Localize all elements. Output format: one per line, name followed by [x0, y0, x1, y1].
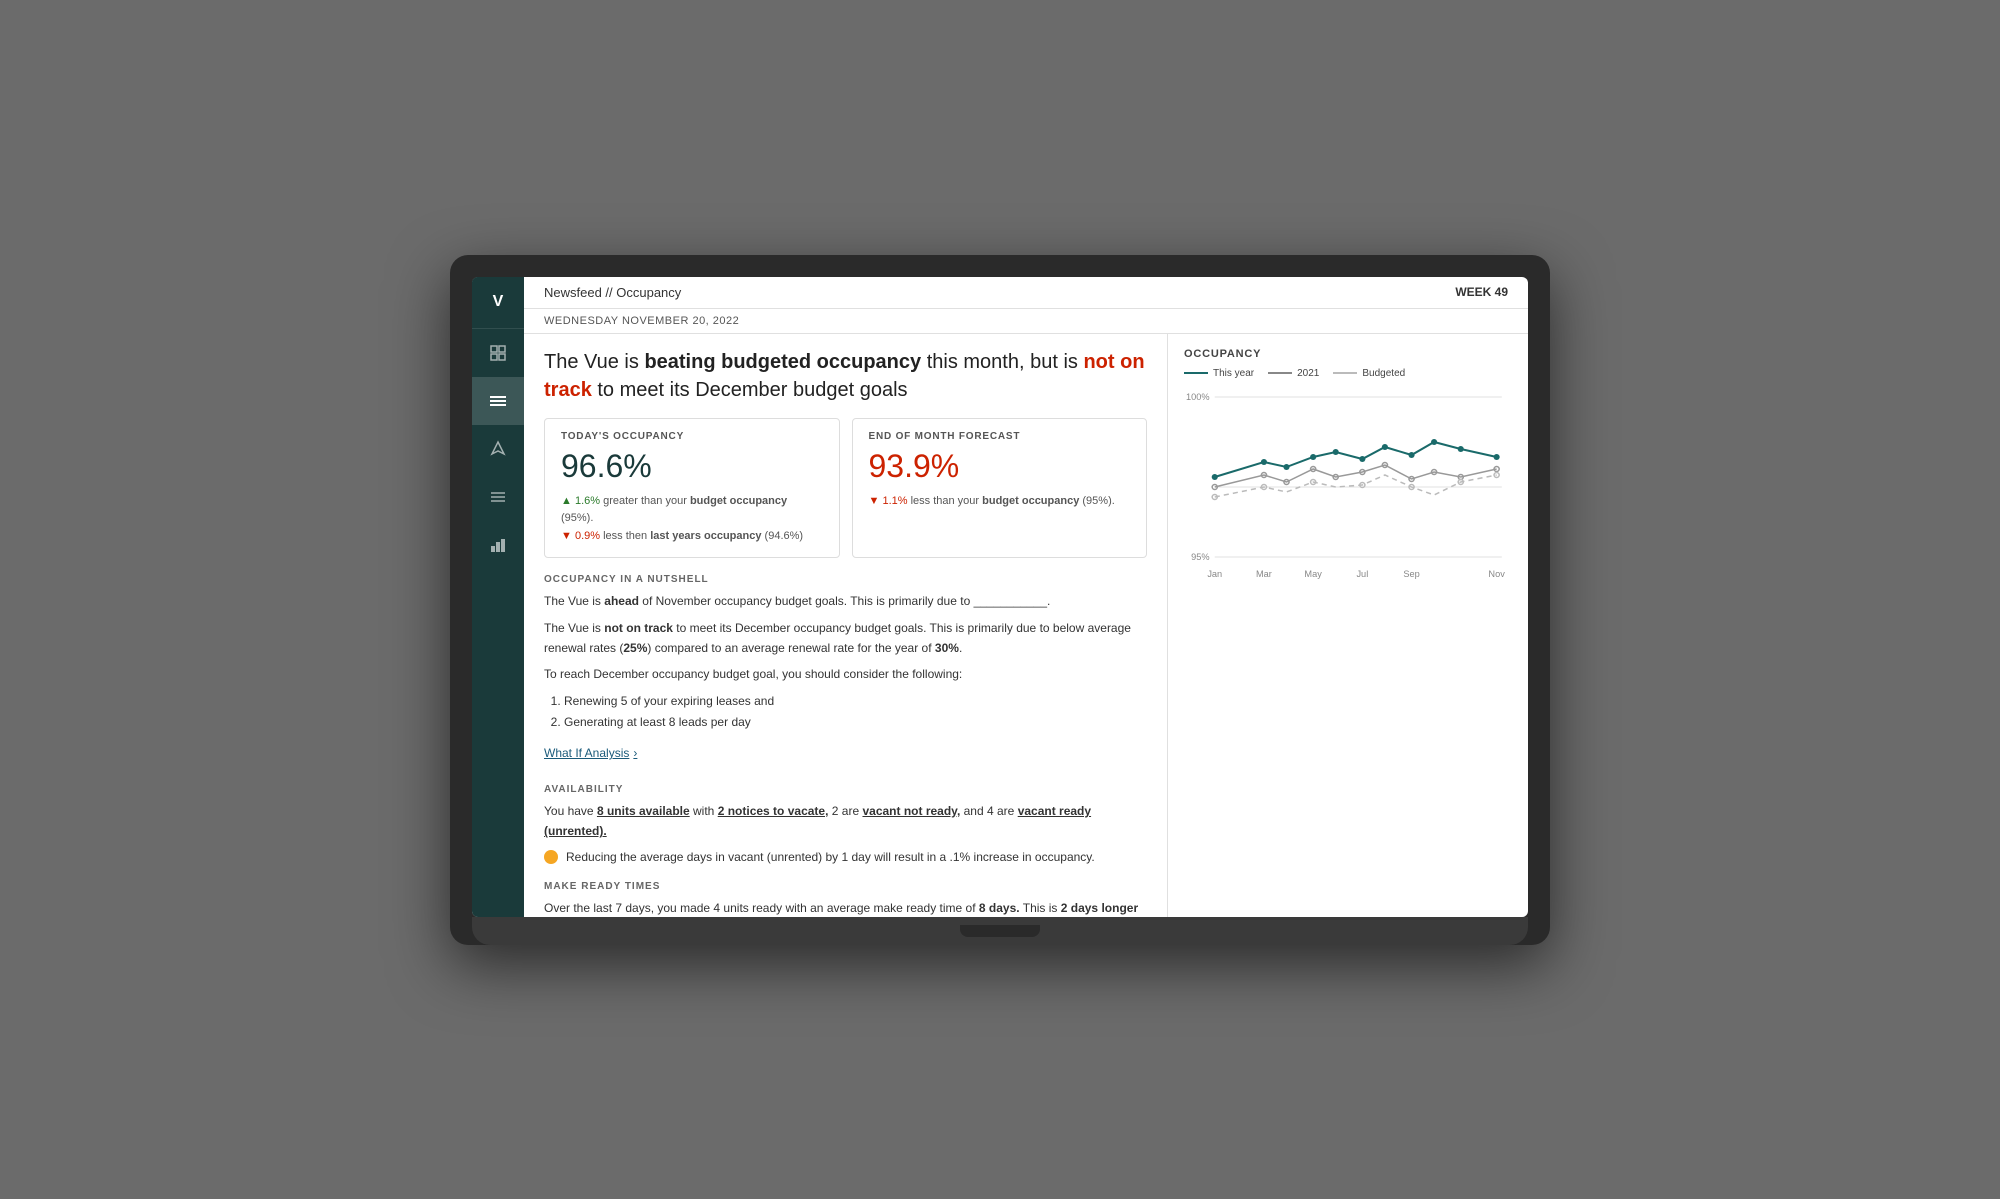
legend-2021: 2021 [1268, 368, 1319, 379]
kpi-today-value: 96.6% [561, 448, 823, 485]
nutshell-section-label: OCCUPANCY IN A NUTSHELL [544, 574, 1147, 585]
legend-budgeted: Budgeted [1333, 368, 1405, 379]
availability-section-label: AVAILABILITY [544, 784, 1147, 795]
kpi-today-card: TODAY'S OCCUPANCY 96.6% ▲ 1.6% greater t… [544, 418, 840, 559]
nutshell-para3: To reach December occupancy budget goal,… [544, 664, 1147, 684]
legend-budgeted-line [1333, 372, 1357, 374]
headline: The Vue is beating budgeted occupancy th… [544, 348, 1147, 404]
svg-text:Jan: Jan [1207, 569, 1222, 579]
bullet-2: Generating at least 8 leads per day [564, 712, 1147, 734]
content-area: The Vue is beating budgeted occupancy th… [524, 334, 1528, 917]
arrow-icon: › [633, 746, 637, 760]
availability-alert-text: Reducing the average days in vacant (unr… [566, 848, 1095, 867]
main-content: Newsfeed // Occupancy WEEK 49 WEDNESDAY … [524, 277, 1528, 917]
make-ready-para: Over the last 7 days, you made 4 units r… [544, 898, 1147, 917]
sidebar-item-navigation[interactable] [472, 425, 524, 473]
svg-text:95%: 95% [1191, 552, 1209, 562]
chart-svg: 100% 95% Jan Mar May Jul Sep Nov [1184, 387, 1512, 587]
what-if-analysis-link[interactable]: What If Analysis › [544, 746, 637, 760]
bullet-1: Renewing 5 of your expiring leases and [564, 691, 1147, 713]
chart-title: OCCUPANCY [1184, 348, 1512, 360]
svg-text:100%: 100% [1186, 392, 1210, 402]
date-text: WEDNESDAY NOVEMBER 20, 2022 [544, 315, 739, 327]
sidebar-item-dashboard[interactable] [472, 329, 524, 377]
legend-2021-line [1268, 372, 1292, 374]
sidebar-item-chart[interactable] [472, 521, 524, 569]
kpi-eom-value: 93.9% [869, 448, 1131, 485]
right-panel: OCCUPANCY This year 2021 Budgeted [1168, 334, 1528, 917]
kpi-eom-label: END OF MONTH FORECAST [869, 431, 1131, 442]
svg-text:May: May [1304, 569, 1322, 579]
kpi-row: TODAY'S OCCUPANCY 96.6% ▲ 1.6% greater t… [544, 418, 1147, 559]
svg-text:Jul: Jul [1356, 569, 1368, 579]
kpi-today-label: TODAY'S OCCUPANCY [561, 431, 823, 442]
availability-para: You have 8 units available with 2 notice… [544, 801, 1147, 842]
svg-text:Mar: Mar [1256, 569, 1272, 579]
nutshell-para1: The Vue is ahead of November occupancy b… [544, 591, 1147, 611]
nutshell-para2: The Vue is not on track to meet its Dece… [544, 618, 1147, 659]
svg-text:Nov: Nov [1488, 569, 1505, 579]
week-badge: WEEK 49 [1455, 285, 1508, 299]
kpi-eom-card: END OF MONTH FORECAST 93.9% ▼ 1.1% less … [852, 418, 1148, 559]
alert-dot-icon [544, 850, 558, 864]
sidebar: V [472, 277, 524, 917]
svg-text:Sep: Sep [1403, 569, 1419, 579]
logo[interactable]: V [472, 277, 524, 329]
make-ready-section-label: MAKE READY TIMES [544, 881, 1147, 892]
date-bar: WEDNESDAY NOVEMBER 20, 2022 [524, 309, 1528, 334]
occupancy-chart: 100% 95% Jan Mar May Jul Sep Nov [1184, 387, 1512, 587]
legend-this-year-line [1184, 372, 1208, 374]
chart-legend: This year 2021 Budgeted [1184, 368, 1512, 379]
nutshell-bullets: Renewing 5 of your expiring leases and G… [564, 691, 1147, 734]
availability-alert: Reducing the average days in vacant (unr… [544, 848, 1147, 867]
kpi-today-meta: ▲ 1.6% greater than your budget occupanc… [561, 493, 823, 546]
legend-this-year: This year [1184, 368, 1254, 379]
kpi-eom-meta: ▼ 1.1% less than your budget occupancy (… [869, 493, 1131, 511]
left-panel: The Vue is beating budgeted occupancy th… [524, 334, 1168, 917]
breadcrumb: Newsfeed // Occupancy [544, 285, 681, 300]
sidebar-item-grid[interactable] [472, 377, 524, 425]
header: Newsfeed // Occupancy WEEK 49 [524, 277, 1528, 309]
sidebar-item-list[interactable] [472, 473, 524, 521]
